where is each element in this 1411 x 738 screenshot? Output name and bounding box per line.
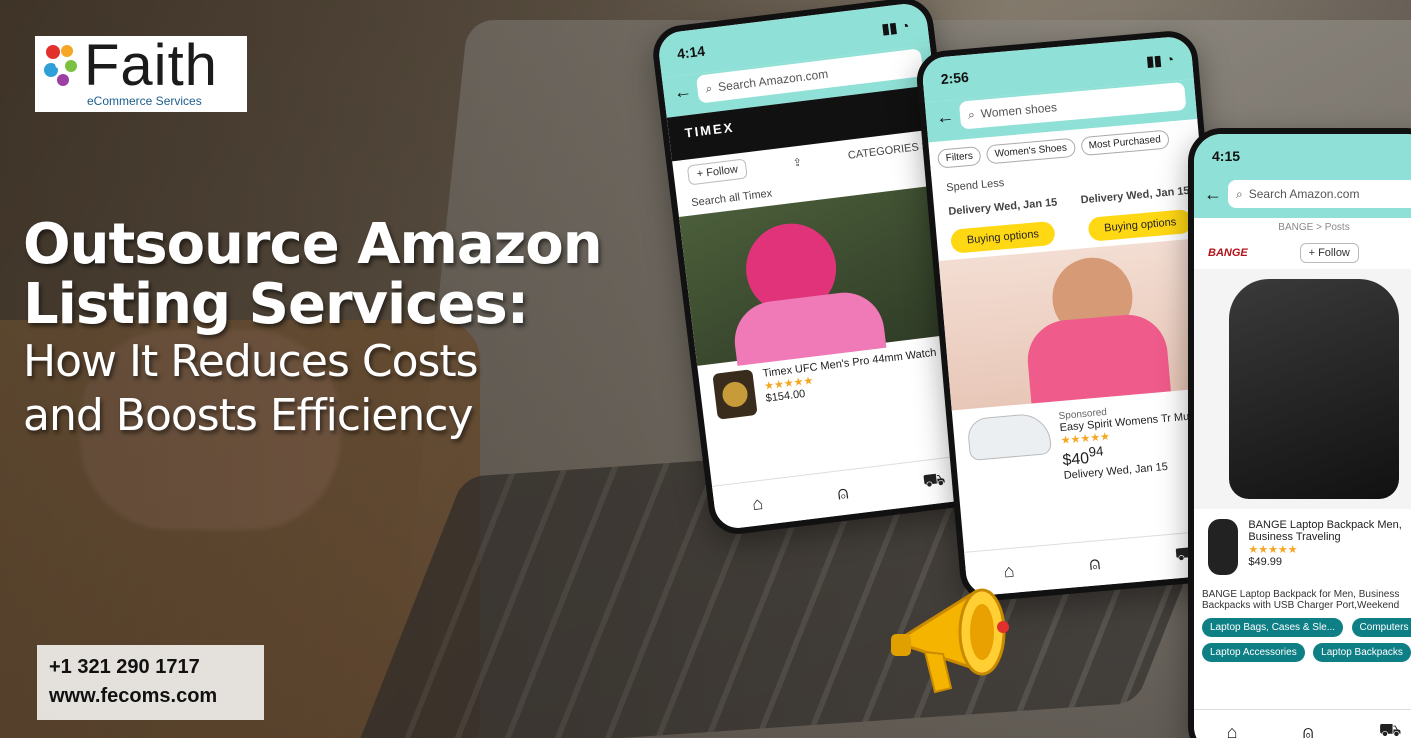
categories-link[interactable]: CATEGORIES > [847, 140, 929, 162]
search-input[interactable]: ⌕ Search Amazon.com [1228, 180, 1411, 208]
spend-less-label: Spend Less [945, 177, 1005, 195]
account-icon[interactable]: ⍝ [1088, 553, 1101, 575]
price-dollars: $40 [1061, 450, 1090, 470]
headline-line-3: How It Reduces Costs [23, 336, 479, 387]
contact-website[interactable]: www.fecoms.com [49, 682, 252, 711]
search-placeholder: Search Amazon.com [717, 66, 829, 95]
watch-thumbnail [712, 369, 758, 420]
delivery-info-1: Delivery Wed, Jan 15 [947, 196, 1058, 218]
banner: Faith eCommerce Services Outsource Amazo… [0, 0, 1411, 738]
headline-line-2: Listing Services: [23, 272, 529, 337]
product-card[interactable]: BANGE Laptop Backpack Men, Business Trav… [1194, 509, 1411, 585]
tag-chip[interactable]: Computers & [1351, 618, 1411, 637]
search-icon: ⌕ [1236, 186, 1243, 201]
search-value: Women shoes [980, 100, 1058, 121]
account-icon[interactable]: ⍝ [1303, 722, 1314, 738]
delivery-info-2: Delivery Wed, Jan 15 [1080, 184, 1191, 207]
backpack-image [1229, 279, 1399, 499]
back-arrow-icon[interactable]: ← [1204, 184, 1222, 205]
backpack-photo [1194, 269, 1411, 509]
signal-icon: ▮▮ ◔ [880, 17, 911, 37]
search-icon: ⌕ [704, 80, 714, 96]
brand-logo[interactable]: Faith eCommerce Services [35, 33, 247, 112]
search-icon: ⌕ [967, 106, 976, 122]
flower-logo-icon [44, 45, 77, 86]
contact-phone[interactable]: +1 321 290 1717 [49, 653, 252, 682]
account-icon[interactable]: ⍝ [836, 482, 849, 504]
most-purchased-chip[interactable]: Most Purchased [1079, 129, 1170, 157]
product-description: BANGE Laptop Backpack for Men, Business … [1202, 589, 1400, 611]
tag-list: Laptop Bags, Cases & Sle... Computers & … [1194, 615, 1411, 665]
brand-tagline: eCommerce Services [87, 94, 202, 108]
backpack-thumbnail [1208, 519, 1239, 575]
buying-options-button-2[interactable]: Buying options [1087, 208, 1194, 242]
phone-mockup-backpack: 4:15 ← ⌕ Search Amazon.com BANGE > Posts… [1188, 128, 1411, 738]
home-icon[interactable]: ⌂ [751, 492, 764, 514]
status-time: 2:56 [940, 68, 970, 88]
follow-button[interactable]: + Follow [686, 158, 749, 186]
megaphone-icon [891, 588, 1009, 694]
shoe-thumbnail [966, 412, 1052, 462]
cart-icon[interactable]: ⛟ [922, 469, 947, 496]
back-arrow-icon[interactable]: ← [935, 106, 955, 128]
search-placeholder: Search Amazon.com [1248, 187, 1360, 201]
filters-chip[interactable]: Filters [936, 145, 982, 169]
product-rating: ★★★★★ [1248, 544, 1298, 556]
contact-box: +1 321 290 1717 www.fecoms.com [37, 645, 264, 720]
buying-options-button-1[interactable]: Buying options [950, 220, 1056, 254]
photo-body [1024, 311, 1171, 404]
tag-chip[interactable]: Laptop Bags, Cases & Sle... [1202, 618, 1344, 637]
status-bar: 4:15 [1194, 134, 1411, 178]
back-arrow-icon[interactable]: ← [672, 80, 692, 103]
headline-line-4: and Boosts Efficiency [23, 390, 474, 441]
bottom-tab-bar: ⌂ ⍝ ⛟ [1194, 709, 1411, 738]
womens-shoes-chip[interactable]: Women's Shoes [986, 137, 1076, 165]
store-brand: BANGE [1208, 247, 1248, 259]
brand-name: Faith [84, 33, 218, 98]
share-icon[interactable]: ⇪ [792, 155, 803, 169]
search-bar: ← ⌕ Search Amazon.com [1194, 178, 1411, 218]
headline: Outsource Amazon Listing Services: How I… [23, 215, 723, 443]
home-icon[interactable]: ⌂ [1227, 722, 1238, 738]
status-time: 4:14 [676, 42, 706, 62]
store-actions: BANGE + Follow ⇪ [1194, 237, 1411, 269]
product-price: $49.99 [1248, 556, 1282, 568]
tag-chip[interactable]: Laptop Backpacks [1313, 643, 1411, 662]
cart-icon[interactable]: ⛟ [1379, 720, 1402, 738]
model-photo [938, 237, 1221, 411]
headline-line-1: Outsource Amazon [23, 212, 603, 277]
price-cents: 94 [1087, 443, 1105, 460]
product-title: BANGE Laptop Backpack Men, Business Trav… [1248, 519, 1402, 543]
status-time: 4:15 [1212, 148, 1241, 164]
breadcrumb: BANGE > Posts [1278, 222, 1350, 233]
follow-button[interactable]: + Follow [1299, 243, 1359, 263]
signal-icon: ▮▮ ◔ [1145, 50, 1175, 69]
tag-chip[interactable]: Laptop Accessories [1202, 643, 1305, 662]
